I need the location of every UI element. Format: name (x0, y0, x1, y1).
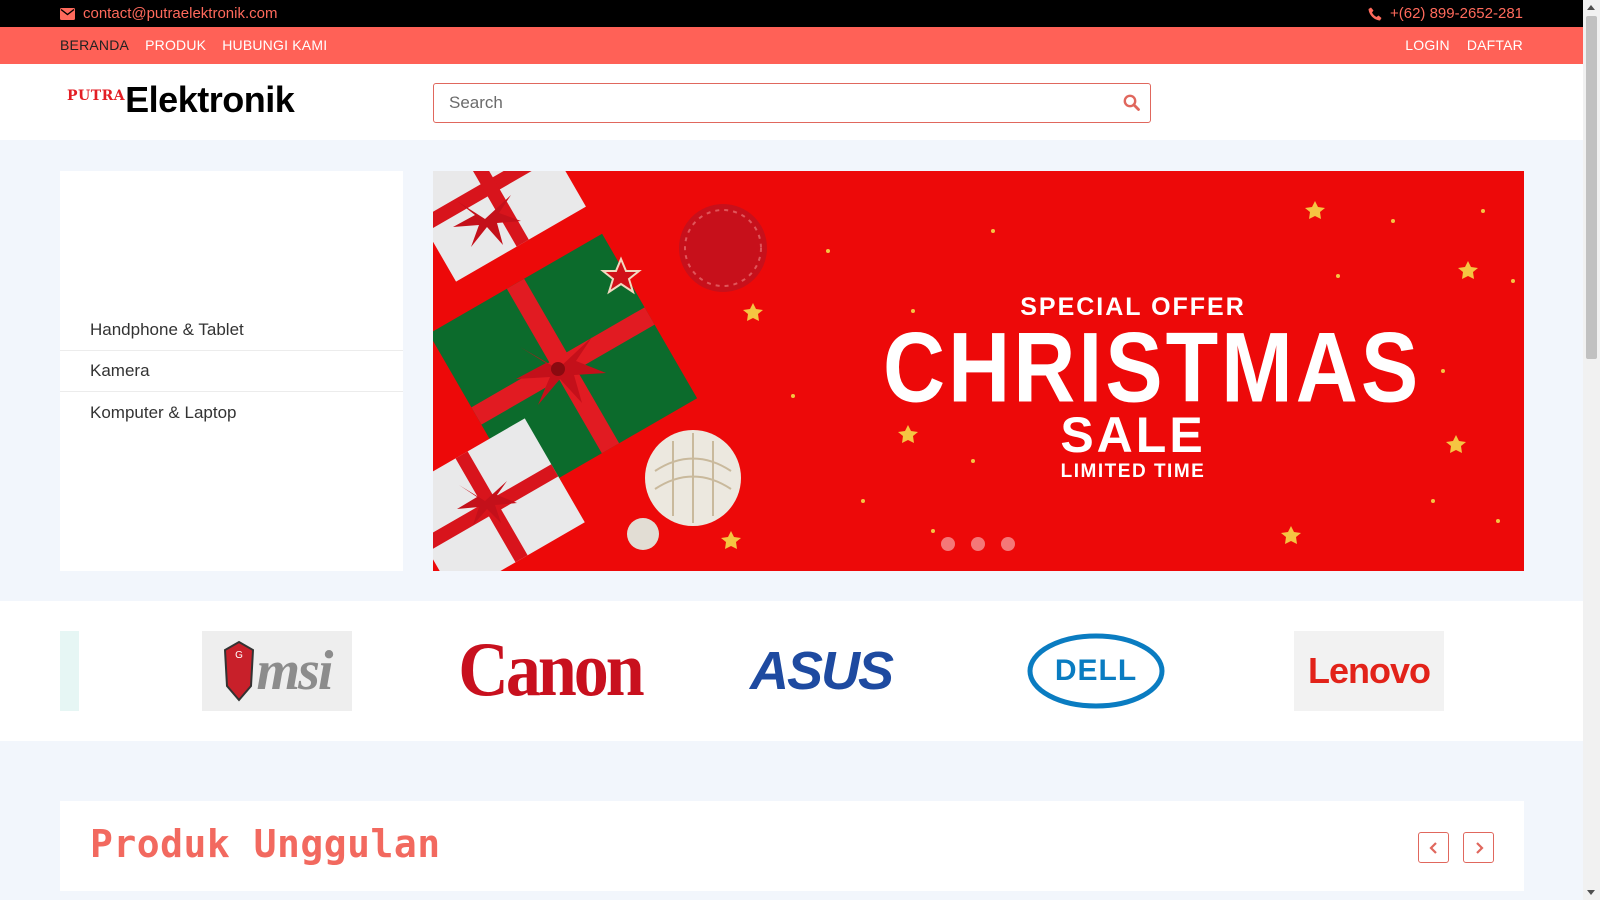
site-header: PUTRA Elektronik (0, 64, 1583, 140)
carousel-dot-1[interactable] (941, 537, 955, 551)
main-navbar: BERANDA PRODUK HUBUNGI KAMI LOGIN DAFTAR (0, 27, 1583, 64)
phone-icon (1368, 7, 1382, 20)
category-item-handphone-tablet[interactable]: Handphone & Tablet (60, 310, 403, 351)
search-icon[interactable] (1123, 94, 1140, 116)
logo-elektronik-text: Elektronik (125, 79, 295, 120)
brand-logo-asus[interactable]: ASUS (749, 631, 894, 711)
brand-logo-partial[interactable] (60, 631, 79, 711)
site-logo[interactable]: PUTRA Elektronik (67, 79, 295, 120)
brand-msi-text: msi (256, 640, 334, 702)
contact-phone-text: +(62) 899-2652-281 (1389, 5, 1523, 22)
featured-products-section: Produk Unggulan (60, 801, 1524, 891)
primary-nav: BERANDA PRODUK HUBUNGI KAMI (60, 37, 327, 53)
banner-text: SPECIAL OFFER CHRISTMAS SALE LIMITED TIM… (883, 293, 1422, 483)
svg-text:G: G (235, 650, 243, 661)
envelope-icon (60, 7, 75, 20)
carousel-indicators (941, 537, 1015, 551)
brand-asus-text: ASUS (749, 641, 894, 701)
next-button[interactable] (1463, 832, 1494, 863)
brand-canon-text: Canon (458, 628, 644, 713)
brand-logo-dell[interactable]: DELL (1025, 631, 1167, 711)
contact-phone[interactable]: +(62) 899-2652-281 (1368, 5, 1523, 22)
scroll-down-icon[interactable] (1587, 890, 1595, 895)
chevron-right-icon (1475, 841, 1484, 854)
logo-putra-text: PUTRA (67, 88, 126, 104)
nav-hubungi-kami-link[interactable]: HUBUNGI KAMI (222, 37, 327, 53)
daftar-link[interactable]: DAFTAR (1467, 37, 1523, 53)
contact-email[interactable]: contact@putraelektronik.com (60, 5, 277, 22)
banner-christmas: CHRISTMAS (883, 312, 1422, 424)
category-label: Handphone & Tablet (90, 320, 244, 339)
brand-carousel: G msi Canon ASUS DELL Lenovo (0, 601, 1583, 741)
category-label: Komputer & Laptop (90, 402, 237, 422)
category-item-kamera[interactable]: Kamera (60, 351, 403, 392)
category-item-komputer-laptop[interactable]: Komputer & Laptop (60, 392, 403, 433)
brand-logo-canon[interactable]: Canon (458, 628, 644, 713)
msi-shield-icon: G (223, 640, 254, 702)
login-link[interactable]: LOGIN (1405, 37, 1450, 53)
search-input[interactable] (434, 84, 1094, 122)
contact-email-text: contact@putraelektronik.com (83, 5, 278, 22)
scroll-up-icon[interactable] (1587, 5, 1595, 10)
brand-logo-msi[interactable]: G msi (202, 631, 352, 711)
prev-button[interactable] (1418, 832, 1449, 863)
carousel-dot-2[interactable] (971, 537, 985, 551)
brand-logo-lenovo[interactable]: Lenovo (1294, 631, 1444, 711)
featured-title: Produk Unggulan (90, 822, 441, 866)
brand-lenovo-text: Lenovo (1307, 650, 1431, 691)
nav-produk-link[interactable]: PRODUK (145, 37, 206, 53)
category-label: Kamera (90, 361, 150, 380)
scrollbar-thumb[interactable] (1586, 16, 1597, 359)
brand-dell-text: DELL (1054, 654, 1138, 687)
auth-nav: LOGIN DAFTAR (1405, 37, 1523, 53)
nav-beranda-link[interactable]: BERANDA (60, 37, 129, 53)
banner-limited-time: LIMITED TIME (1060, 461, 1206, 482)
search-bar (433, 83, 1151, 123)
hero-banner-carousel[interactable]: SPECIAL OFFER CHRISTMAS SALE LIMITED TIM… (433, 171, 1524, 571)
carousel-dot-3[interactable] (1001, 537, 1015, 551)
top-contact-bar: contact@putraelektronik.com +(62) 899-26… (0, 0, 1583, 27)
chevron-left-icon (1428, 841, 1437, 854)
page-scrollbar[interactable] (1583, 0, 1600, 900)
category-menu: Handphone & Tablet Kamera Komputer & Lap… (60, 171, 403, 571)
